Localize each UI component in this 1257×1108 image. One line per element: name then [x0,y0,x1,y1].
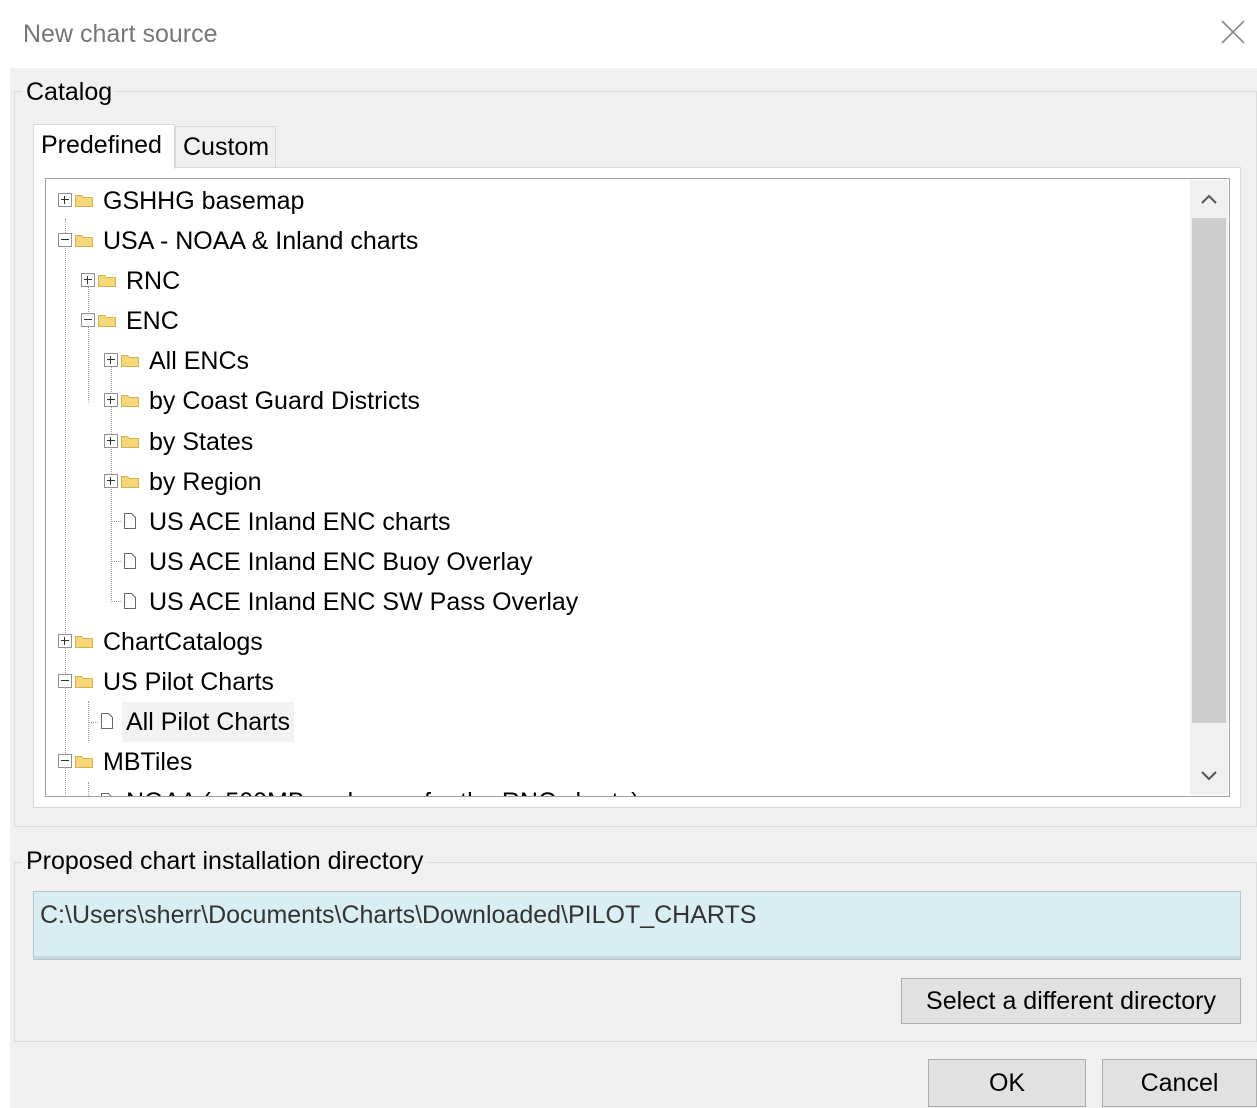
tab-custom[interactable]: Custom [175,126,276,167]
title-bar: New chart source [0,0,1257,68]
expand-icon[interactable] [104,434,118,448]
tree-item-noaa-mbtiles[interactable]: NOAA (~500MB and more for the RNC charts… [46,782,1186,796]
tree-item-chartcatalogs[interactable]: ChartCatalogs [46,622,1186,662]
directory-label: Proposed chart installation directory [22,847,428,876]
scroll-thumb[interactable] [1192,218,1226,723]
tree-item-by-region[interactable]: by Region [46,462,1186,502]
document-icon [124,553,136,569]
tree-item-label: US ACE Inland ENC Buoy Overlay [149,548,533,576]
tree-item-label: US Pilot Charts [103,668,274,696]
folder-icon [75,195,93,207]
tree-item-rnc[interactable]: RNC [46,261,1186,301]
folder-icon [98,275,116,287]
expand-icon[interactable] [58,634,72,648]
tree-item-mbtiles[interactable]: MBTiles [46,742,1186,782]
tree-item-gshhg-basemap[interactable]: GSHHG basemap [46,181,1186,221]
tree-item-label: by Coast Guard Districts [149,387,420,415]
tree-item-us-ace-buoy-overlay[interactable]: US ACE Inland ENC Buoy Overlay [46,542,1186,582]
folder-icon [121,476,139,488]
tree-item-us-ace-inland-enc-charts[interactable]: US ACE Inland ENC charts [46,502,1186,542]
collapse-icon[interactable] [58,674,72,688]
cancel-label: Cancel [1140,1069,1219,1097]
tree-item-label: MBTiles [103,748,193,776]
tree-item-label: USA - NOAA & Inland charts [103,227,419,255]
tree-item-all-encs[interactable]: All ENCs [46,341,1186,381]
folder-icon [75,636,93,648]
expand-icon[interactable] [58,193,72,207]
installation-directory-field[interactable]: C:\Users\sherr\Documents\Charts\Download… [33,891,1241,960]
tree-item-coast-guard-districts[interactable]: by Coast Guard Districts [46,381,1186,421]
tab-predefined-label: Predefined [41,131,162,159]
collapse-icon[interactable] [58,754,72,768]
folder-icon [75,756,93,768]
tree-item-label: US ACE Inland ENC charts [149,508,451,536]
tree-item-label: US ACE Inland ENC SW Pass Overlay [149,588,579,616]
tree-item-label: ChartCatalogs [103,628,263,656]
tree-item-us-pilot-charts[interactable]: US Pilot Charts [46,662,1186,702]
collapse-icon[interactable] [81,313,95,327]
select-directory-button[interactable]: Select a different directory [901,978,1241,1024]
catalog-tree[interactable]: GSHHG basemap USA - NOAA & Inland charts… [45,178,1230,797]
folder-icon [75,676,93,688]
cancel-button[interactable]: Cancel [1102,1059,1257,1107]
tree-item-label: GSHHG basemap [103,187,305,215]
tree-item-label: RNC [126,267,181,295]
folder-icon [98,315,116,327]
tree-item-label: by Region [149,468,262,496]
tree-item-usa-noaa-inland[interactable]: USA - NOAA & Inland charts [46,221,1186,261]
expand-icon[interactable] [104,393,118,407]
expand-icon[interactable] [104,474,118,488]
ok-label: OK [988,1069,1026,1097]
ok-button[interactable]: OK [928,1059,1086,1107]
document-icon [101,793,112,796]
dialog-title: New chart source [23,20,218,48]
tree-item-label: All Pilot Charts [122,702,294,742]
chevron-up-icon[interactable] [1190,180,1228,218]
chevron-down-icon[interactable] [1190,757,1228,795]
tab-custom-label: Custom [183,133,270,161]
tree-item-label: ENC [126,307,179,335]
catalog-label: Catalog [22,78,117,107]
document-icon [124,513,136,529]
expand-icon[interactable] [104,353,118,367]
tree-item-label: NOAA (~500MB and more for the RNC charts… [122,782,643,796]
document-icon [101,713,113,729]
tree-item-enc[interactable]: ENC [46,301,1186,341]
tree-item-all-pilot-charts[interactable]: All Pilot Charts [46,702,1186,742]
folder-icon [75,235,93,247]
tree-item-label: by States [149,428,254,456]
directory-path: C:\Users\sherr\Documents\Charts\Download… [40,901,757,929]
folder-icon [121,436,139,448]
folder-icon [121,395,139,407]
collapse-icon[interactable] [58,233,72,247]
folder-icon [121,355,139,367]
tree-item-by-states[interactable]: by States [46,422,1186,462]
tree-scrollbar[interactable] [1190,180,1228,795]
close-icon[interactable] [1219,18,1247,46]
tree-item-label: All ENCs [149,347,250,375]
tree-item-us-ace-sw-pass-overlay[interactable]: US ACE Inland ENC SW Pass Overlay [46,582,1186,622]
document-icon [124,593,136,609]
tab-predefined[interactable]: Predefined [33,124,175,169]
expand-icon[interactable] [81,273,95,287]
select-directory-label: Select a different directory [926,987,1216,1015]
